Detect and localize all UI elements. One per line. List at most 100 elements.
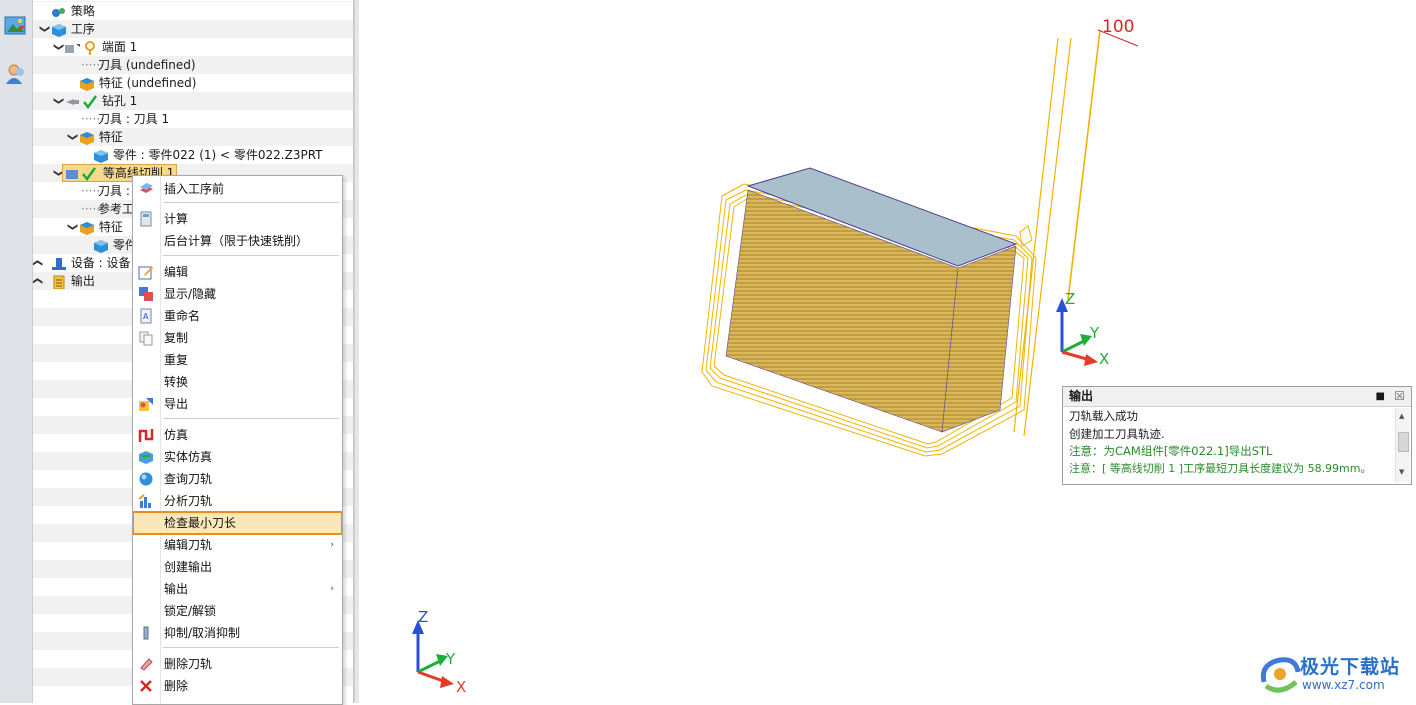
menu-item-export[interactable]: 导出 <box>133 393 342 415</box>
tree-item-label: 钻孔 1 <box>101 94 138 108</box>
chevron-right-icon[interactable]: ❯ <box>33 276 50 286</box>
menu-item-output[interactable]: 输出 › <box>133 578 342 600</box>
menu-item-label: 删除刀轨 <box>164 657 213 671</box>
menu-item-delete[interactable]: 删除 <box>133 675 342 697</box>
menu-item-edit-toolpath[interactable]: 编辑刀轨 › <box>133 534 342 556</box>
watermark-url: www.xz7.com <box>1302 678 1385 692</box>
scroll-down-icon[interactable]: ▼ <box>1399 468 1404 476</box>
machine-icon <box>52 257 66 270</box>
copy-icon <box>139 331 153 346</box>
viewport-canvas: 100 Z Y X Z Y X <box>412 17 1139 696</box>
menu-item-delete-toolpath[interactable]: 删除刀轨 <box>133 653 342 675</box>
tree-item-output[interactable]: 输出 <box>51 272 95 290</box>
tree-item-part-2[interactable]: 零件 <box>93 236 137 254</box>
menu-item-show-hide[interactable]: 显示/隐藏 <box>133 283 342 305</box>
tree-item-feature[interactable]: 特征 <box>79 128 123 146</box>
part-icon <box>94 149 108 163</box>
tree-item-feature-2[interactable]: 特征 <box>79 218 123 236</box>
tree-item-tool-1[interactable]: 刀具 : 刀具 1 <box>98 110 169 128</box>
cube-icon <box>52 23 66 37</box>
chevron-down-icon[interactable]: ❯ <box>33 24 50 34</box>
query-icon <box>139 472 153 486</box>
insert-icon <box>140 183 153 193</box>
menu-item-lock-unlock[interactable]: 锁定/解锁 <box>133 600 342 622</box>
z-axis-label: Z <box>418 608 428 626</box>
drill-check-icon <box>66 94 98 109</box>
context-menu: 插入工序前 计算 后台计算（限于快速铣削） 编辑 显示/隐藏 A 重命名 复制 … <box>132 175 343 705</box>
menu-item-repeat[interactable]: 重复 <box>133 349 342 371</box>
tree-item-tool[interactable]: 刀具 : <box>98 182 130 200</box>
menu-item-calculate[interactable]: 计算 <box>133 208 342 230</box>
chevron-down-icon[interactable]: ❯ <box>60 222 78 232</box>
contour-check-icon <box>66 166 97 181</box>
tree-item-operations[interactable]: 工序 <box>51 20 95 38</box>
menu-item-edit[interactable]: 编辑 <box>133 261 342 283</box>
suppress-icon <box>143 626 149 640</box>
chevron-down-icon[interactable]: ❯ <box>46 96 64 106</box>
output-line: 刀轨载入成功 <box>1069 409 1138 423</box>
left-toolbar <box>0 0 33 703</box>
menu-item-check-min-tool-length[interactable]: 检查最小刀长 <box>133 511 342 535</box>
menu-item-label: 锁定/解锁 <box>164 604 217 618</box>
face-mill-icon <box>65 40 95 55</box>
output-panel: 输出 ■ ☒ 刀轨载入成功 创建加工刀具轨迹. 注意：为CAM组件[零件022.… <box>1062 386 1412 485</box>
tree-item-part[interactable]: 零件 : 零件022 (1) < 零件022.Z3PRT <box>93 146 323 164</box>
scroll-up-icon[interactable]: ▲ <box>1399 412 1404 420</box>
menu-item-suppress[interactable]: 抑制/取消抑制 <box>133 622 342 644</box>
scroll-thumb[interactable] <box>1398 432 1409 452</box>
y-axis-label: Y <box>445 650 456 668</box>
menu-item-query-toolpath[interactable]: 查询刀轨 <box>133 468 342 490</box>
rename-icon: A <box>140 308 152 324</box>
graphics-viewport[interactable]: 100 Z Y X Z Y X <box>358 0 1416 703</box>
watermark: 极光下载站 www.xz7.com <box>1258 650 1414 700</box>
chevron-down-icon[interactable]: ❯ <box>60 132 78 142</box>
part-axis-triad: Z Y X <box>1056 290 1109 368</box>
menu-item-copy[interactable]: 复制 <box>133 327 342 349</box>
menu-item-label: 后台计算（限于快速铣削） <box>164 234 309 248</box>
menu-item-create-output[interactable]: 创建输出 <box>133 556 342 578</box>
menu-item-convert[interactable]: 转换 <box>133 371 342 393</box>
image-manager-icon[interactable] <box>4 14 28 38</box>
chevron-down-icon[interactable]: ❯ <box>46 42 64 52</box>
watermark-name: 极光下载站 <box>1300 656 1401 678</box>
output-line: 创建加工刀具轨迹. <box>1069 427 1165 441</box>
menu-item-label: 仿真 <box>164 428 189 442</box>
pin-icon[interactable]: ■ <box>1376 387 1385 406</box>
tree-item-label: 刀具 : <box>98 184 130 198</box>
tree-item-label: 工序 <box>70 22 95 36</box>
tree-item-tool-undefined[interactable]: 刀具 (undefined) <box>98 56 196 74</box>
menu-item-solid-simulate[interactable]: 实体仿真 <box>133 446 342 468</box>
menu-item-label: 编辑 <box>164 265 189 279</box>
menu-item-label: 查询刀轨 <box>164 472 213 486</box>
menu-item-rename[interactable]: A 重命名 <box>133 305 342 327</box>
part-icon <box>94 239 108 253</box>
submenu-arrow-icon: › <box>330 540 334 550</box>
menu-item-insert-before[interactable]: 插入工序前 <box>133 178 342 200</box>
tree-item-label: 策略 <box>70 4 95 18</box>
tree-item-face-1[interactable]: 端面 1 <box>64 38 137 56</box>
tree-item-reference[interactable]: 参考工 <box>98 200 134 218</box>
export-icon <box>139 398 153 411</box>
menu-item-simulate[interactable]: 仿真 <box>133 424 342 446</box>
chevron-right-icon[interactable]: ❯ <box>33 258 50 268</box>
menu-item-label: 分析刀轨 <box>164 494 213 508</box>
edit-icon <box>138 266 153 280</box>
menu-separator <box>163 647 339 648</box>
calculator-icon <box>140 211 152 227</box>
tree-item-drill-1[interactable]: 钻孔 1 <box>64 92 137 110</box>
user-icon[interactable] <box>4 62 28 86</box>
menu-item-analyze-toolpath[interactable]: 分析刀轨 <box>133 490 342 512</box>
tree-item-equipment[interactable]: 设备 : 设备 1 <box>51 254 142 272</box>
tree-item-label: 特征 <box>98 220 123 234</box>
menu-item-label: 抑制/取消抑制 <box>164 626 241 640</box>
menu-separator <box>163 255 339 256</box>
output-scrollbar[interactable]: ▲ ▼ <box>1395 408 1410 482</box>
close-icon[interactable]: ☒ <box>1394 387 1405 406</box>
z-axis-label: Z <box>1065 290 1075 308</box>
tree-item-feature-undefined[interactable]: 特征 (undefined) <box>79 74 196 92</box>
menu-item-label: 显示/隐藏 <box>164 287 217 301</box>
menu-item-background-calculate[interactable]: 后台计算（限于快速铣削） <box>133 230 342 252</box>
tree-item-strategy[interactable]: 策略 <box>51 2 95 20</box>
output-line: 注意：[ 等高线切削 1 ]工序最短刀具长度建议为 58.99mm。 <box>1069 462 1372 475</box>
show-hide-icon <box>139 287 153 301</box>
